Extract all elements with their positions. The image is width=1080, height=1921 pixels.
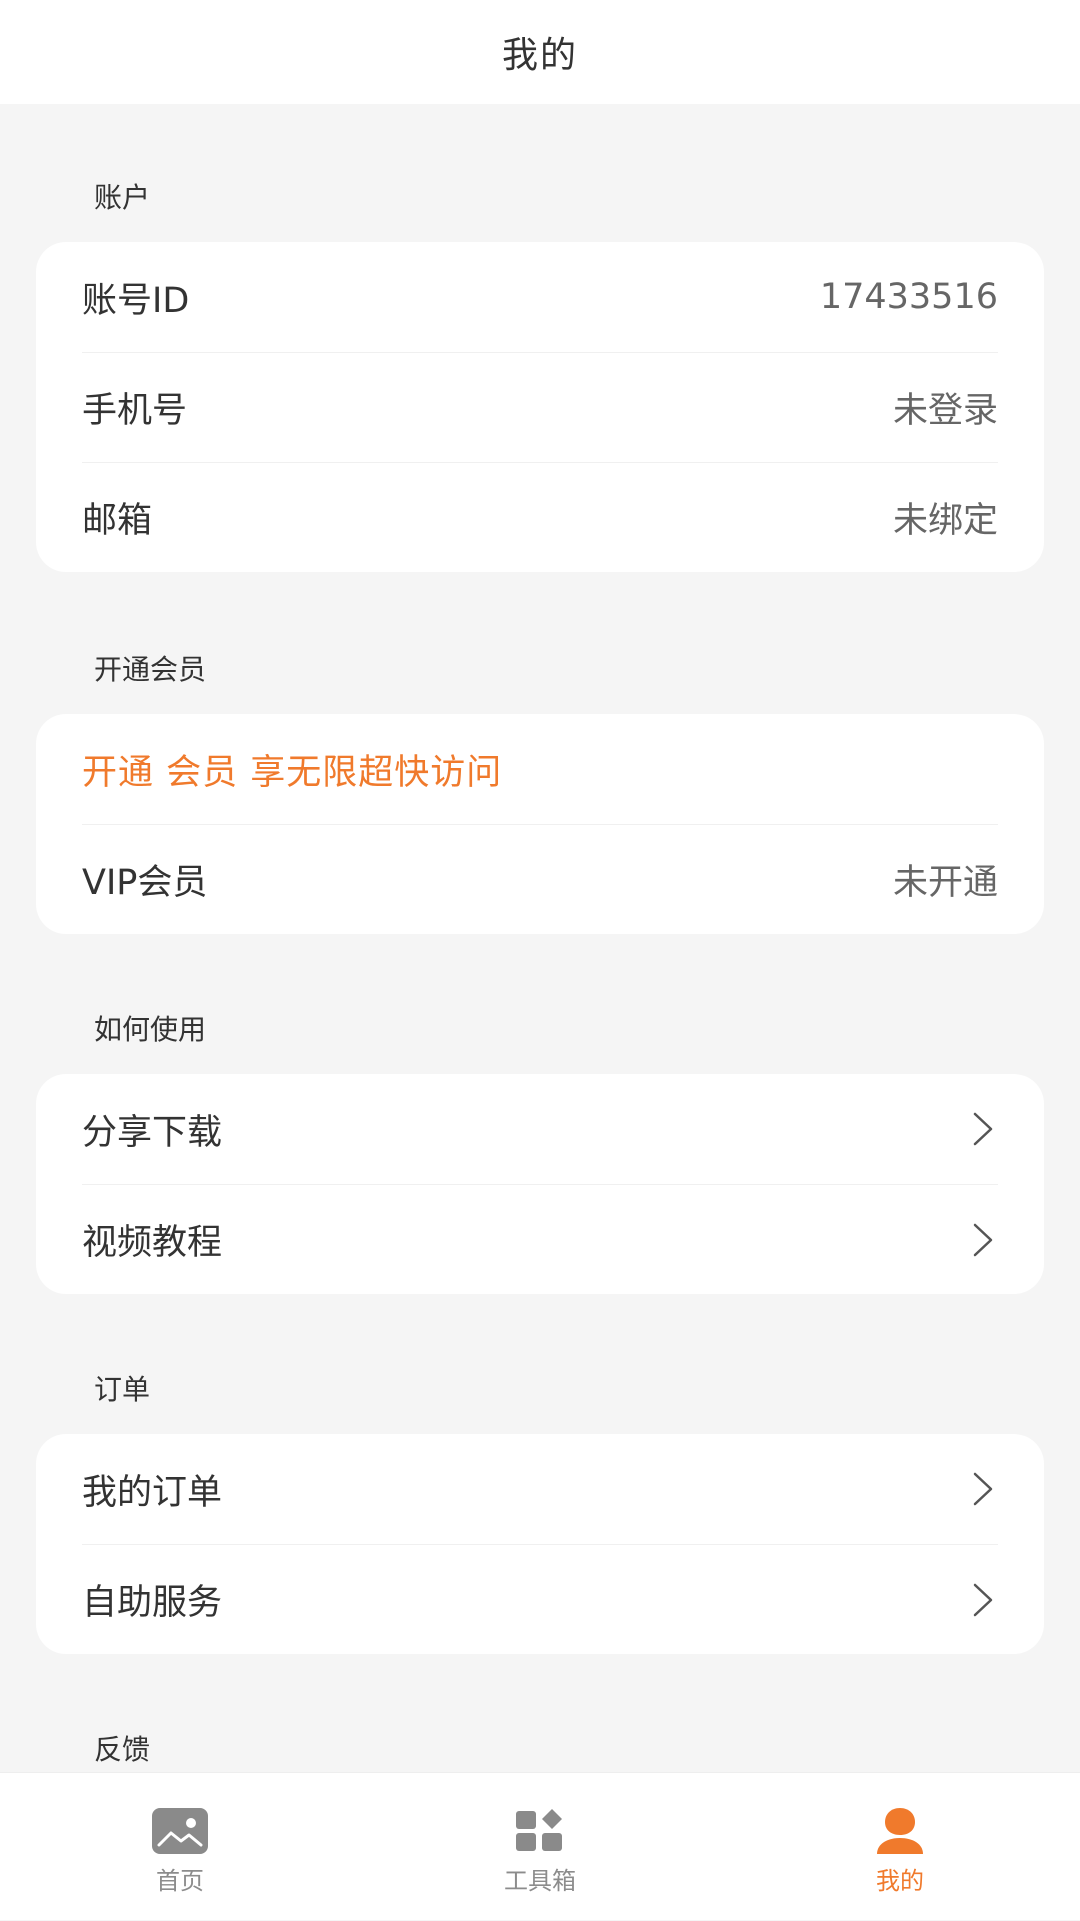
email-label: 邮箱: [82, 501, 153, 541]
my-orders-label: 我的订单: [82, 1472, 223, 1513]
orders-card: 我的订单 自助服务: [36, 1434, 1044, 1654]
tab-mine[interactable]: 我的: [800, 1773, 1000, 1921]
share-download-label: 分享下载: [82, 1112, 223, 1153]
my-orders-row[interactable]: 我的订单: [82, 1434, 998, 1544]
vip-promo-text: 开通 会员 享无限超快访问: [82, 752, 503, 793]
vip-card: 开通 会员 享无限超快访问 VIP会员 未开通: [36, 714, 1044, 934]
section-title-account: 账户: [94, 181, 151, 214]
phone-row[interactable]: 手机号 未登录: [82, 352, 998, 462]
tab-toolbox-label: 工具箱: [504, 1867, 576, 1895]
page-title: 我的: [501, 35, 578, 76]
share-download-row[interactable]: 分享下载: [82, 1074, 998, 1184]
toolbox-icon: [510, 1805, 570, 1857]
chevron-right-icon: [968, 1109, 998, 1149]
bottom-tab-bar: 首页 工具箱 我的: [0, 1772, 1080, 1920]
tab-toolbox[interactable]: 工具箱: [440, 1773, 640, 1921]
account-id-row: 账号ID 17433516: [82, 242, 998, 352]
account-card: 账号ID 17433516 手机号 未登录 邮箱 未绑定: [36, 242, 1044, 572]
chevron-right-icon: [968, 1469, 998, 1509]
phone-label: 手机号: [82, 391, 188, 431]
tab-home[interactable]: 首页: [80, 1773, 280, 1921]
vip-status-row[interactable]: VIP会员 未开通: [82, 824, 998, 934]
chevron-right-icon: [968, 1220, 998, 1260]
vip-label: VIP会员: [82, 863, 208, 903]
howto-card: 分享下载 视频教程: [36, 1074, 1044, 1294]
top-header: 我的: [0, 0, 1080, 104]
vip-promo-row[interactable]: 开通 会员 享无限超快访问: [82, 714, 998, 824]
self-service-row[interactable]: 自助服务: [82, 1544, 998, 1654]
section-title-orders: 订单: [94, 1373, 151, 1406]
tab-home-label: 首页: [156, 1867, 204, 1895]
section-title-vip: 开通会员: [94, 653, 207, 686]
account-id-value: 17433516: [819, 277, 998, 317]
profile-content[interactable]: 账户 账号ID 17433516 手机号 未登录 邮箱 未绑定 开通会员 开通 …: [0, 104, 1080, 1772]
email-row[interactable]: 邮箱 未绑定: [82, 462, 998, 572]
tab-mine-label: 我的: [876, 1867, 924, 1895]
user-icon: [870, 1805, 930, 1857]
email-value: 未绑定: [892, 501, 998, 541]
video-tutorial-row[interactable]: 视频教程: [82, 1184, 998, 1294]
image-icon: [150, 1805, 210, 1857]
section-title-feedback: 反馈: [94, 1733, 151, 1766]
chevron-right-icon: [968, 1580, 998, 1620]
video-tutorial-label: 视频教程: [82, 1223, 223, 1263]
self-service-label: 自助服务: [82, 1583, 223, 1623]
vip-value: 未开通: [892, 863, 998, 903]
account-id-label: 账号ID: [82, 280, 190, 321]
phone-value: 未登录: [892, 391, 998, 431]
section-title-howto: 如何使用: [94, 1013, 207, 1046]
